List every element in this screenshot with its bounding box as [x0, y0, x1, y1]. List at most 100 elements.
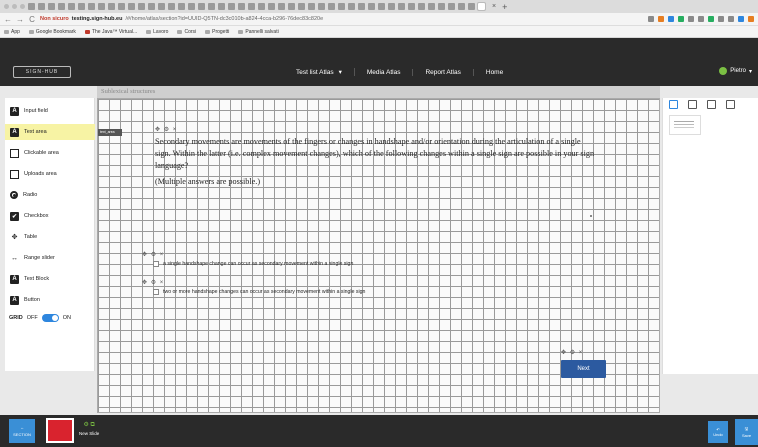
- palette-range-slider[interactable]: ↔ Range slider: [5, 250, 95, 266]
- security-warning[interactable]: Non sicuro: [40, 16, 69, 22]
- element-controls[interactable]: ✥ ⚙ ×: [155, 126, 177, 133]
- browser-tab[interactable]: [198, 3, 205, 10]
- browser-tab[interactable]: [468, 3, 475, 10]
- slide-thumbnail[interactable]: [669, 115, 701, 135]
- extension-icon[interactable]: [688, 16, 694, 22]
- palette-uploads-area[interactable]: Uploads area: [5, 166, 95, 182]
- browser-tab[interactable]: [208, 3, 215, 10]
- browser-tab[interactable]: [78, 3, 85, 10]
- palette-text-block[interactable]: A Text Block: [5, 271, 95, 287]
- browser-tab[interactable]: [338, 3, 345, 10]
- browser-tab[interactable]: [278, 3, 285, 10]
- window-close-dot[interactable]: [4, 4, 9, 9]
- bookmark-star-icon[interactable]: [648, 16, 654, 22]
- section-button[interactable]: ↔ SECTION: [9, 419, 35, 443]
- duplicate-icon[interactable]: [707, 100, 716, 109]
- browser-tab-active[interactable]: [477, 2, 486, 11]
- window-minimize-dot[interactable]: [12, 4, 17, 9]
- bookmark-item[interactable]: Google Bookmark: [28, 29, 76, 35]
- checkbox-option[interactable]: two or more handshape changes can occur …: [153, 289, 365, 295]
- browser-tab[interactable]: [248, 3, 255, 10]
- checkbox[interactable]: [153, 289, 159, 295]
- browser-tab[interactable]: [438, 3, 445, 10]
- extension-icon[interactable]: [718, 16, 724, 22]
- nav-report-atlas[interactable]: Report Atlas: [413, 68, 474, 76]
- browser-tab[interactable]: [318, 3, 325, 10]
- browser-tab[interactable]: [68, 3, 75, 10]
- palette-text-area[interactable]: A Text area: [5, 124, 95, 140]
- slide-canvas[interactable]: text_area ✥ ⚙ × Secondary movements are …: [97, 98, 660, 413]
- forward-icon[interactable]: →: [16, 15, 24, 24]
- browser-tab[interactable]: [228, 3, 235, 10]
- palette-table[interactable]: ✥ Table: [5, 229, 95, 245]
- reload-icon[interactable]: C: [28, 15, 36, 24]
- browser-tab[interactable]: [378, 3, 385, 10]
- bookmark-item[interactable]: Pannelli salvati: [238, 29, 279, 35]
- element-controls[interactable]: ✥ ⚙ ×: [142, 279, 164, 286]
- new-slide-button[interactable]: ⚙ ⧉ New Slide: [79, 421, 99, 436]
- nav-test-list-atlas[interactable]: Test list Atlas ▾: [284, 68, 355, 76]
- browser-tab[interactable]: [238, 3, 245, 10]
- bookmark-item[interactable]: Lavoro: [146, 29, 168, 35]
- browser-tab[interactable]: [348, 3, 355, 10]
- bookmark-item[interactable]: Progetti: [205, 29, 229, 35]
- browser-tab[interactable]: [328, 3, 335, 10]
- browser-tab[interactable]: [178, 3, 185, 10]
- extension-icon[interactable]: [708, 16, 714, 22]
- browser-tab[interactable]: [308, 3, 315, 10]
- browser-tab[interactable]: [148, 3, 155, 10]
- extension-icon[interactable]: [738, 16, 744, 22]
- checkbox[interactable]: [153, 261, 159, 267]
- user-menu[interactable]: Pietro ▾: [719, 67, 752, 75]
- browser-tab[interactable]: [188, 3, 195, 10]
- browser-tab[interactable]: [28, 3, 35, 10]
- copy-icon[interactable]: [688, 100, 697, 109]
- browser-tab[interactable]: [298, 3, 305, 10]
- sign-hub-logo[interactable]: SIGN-HUB: [13, 66, 71, 78]
- browser-tab[interactable]: [58, 3, 65, 10]
- question-text-area[interactable]: Secondary movements are movements of the…: [155, 136, 595, 192]
- browser-tab[interactable]: [128, 3, 135, 10]
- browser-tab[interactable]: [368, 3, 375, 10]
- browser-tab[interactable]: [258, 3, 265, 10]
- browser-tab[interactable]: [448, 3, 455, 10]
- back-icon[interactable]: ←: [4, 15, 12, 24]
- palette-clickable-area[interactable]: Clickable area: [5, 145, 95, 161]
- list-icon[interactable]: [726, 100, 735, 109]
- extension-icon[interactable]: [658, 16, 664, 22]
- browser-tab[interactable]: [108, 3, 115, 10]
- browser-tab[interactable]: [218, 3, 225, 10]
- bookmark-item[interactable]: Corsi: [177, 29, 196, 35]
- element-controls[interactable]: ✥ ⚙ ×: [561, 349, 583, 356]
- resize-handle[interactable]: [590, 215, 592, 217]
- browser-tab[interactable]: [418, 3, 425, 10]
- undo-button[interactable]: ↶ Undo: [708, 421, 728, 443]
- bookmark-item[interactable]: The Java™ Virtual...: [84, 29, 137, 35]
- browser-tab[interactable]: [138, 3, 145, 10]
- next-button[interactable]: Next: [561, 360, 606, 378]
- browser-tab[interactable]: [408, 3, 415, 10]
- checkbox-option[interactable]: a single handshape change can occur as s…: [153, 261, 353, 267]
- element-controls[interactable]: ✥ ⚙ ×: [142, 251, 164, 258]
- extension-icon[interactable]: [668, 16, 674, 22]
- browser-tab[interactable]: [88, 3, 95, 10]
- browser-tab[interactable]: [398, 3, 405, 10]
- new-tab-icon[interactable]: +: [502, 2, 507, 12]
- browser-tab[interactable]: [38, 3, 45, 10]
- browser-tab[interactable]: [118, 3, 125, 10]
- browser-tab[interactable]: [158, 3, 165, 10]
- save-button[interactable]: 🖫 Save: [735, 419, 758, 445]
- browser-tab[interactable]: [358, 3, 365, 10]
- window-zoom-dot[interactable]: [20, 4, 25, 9]
- palette-radio[interactable]: Radio: [5, 187, 95, 203]
- palette-checkbox[interactable]: ✔ Checkbox: [5, 208, 95, 224]
- tab-close-icon[interactable]: ×: [492, 3, 496, 10]
- browser-tab[interactable]: [428, 3, 435, 10]
- browser-tab[interactable]: [98, 3, 105, 10]
- grid-switch[interactable]: [41, 314, 59, 322]
- browser-tab[interactable]: [168, 3, 175, 10]
- browser-tab[interactable]: [458, 3, 465, 10]
- extension-icon[interactable]: [678, 16, 684, 22]
- extension-icon[interactable]: [728, 16, 734, 22]
- palette-input-field[interactable]: A Input field: [5, 103, 95, 119]
